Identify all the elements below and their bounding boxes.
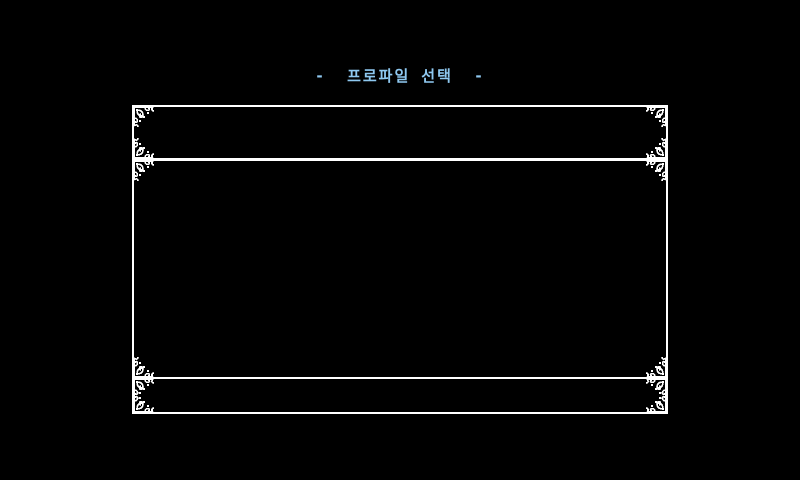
title-right-dash: - — [473, 67, 485, 85]
title-left-dash: - — [315, 67, 327, 85]
ornate-corner-icon — [643, 104, 669, 130]
ornate-corner-icon — [131, 158, 157, 184]
ornate-corner-icon — [131, 104, 157, 130]
screen-title-bar: - 프로파일 선택 - — [0, 66, 800, 86]
ornate-corner-icon — [643, 158, 669, 184]
profile-list-panel[interactable] — [132, 159, 668, 379]
profile-footer-panel — [132, 377, 668, 414]
profile-header-panel — [132, 105, 668, 160]
screen-title: 프로파일 선택 — [347, 67, 453, 85]
ornate-corner-icon — [131, 389, 157, 415]
ornate-corner-icon — [643, 389, 669, 415]
